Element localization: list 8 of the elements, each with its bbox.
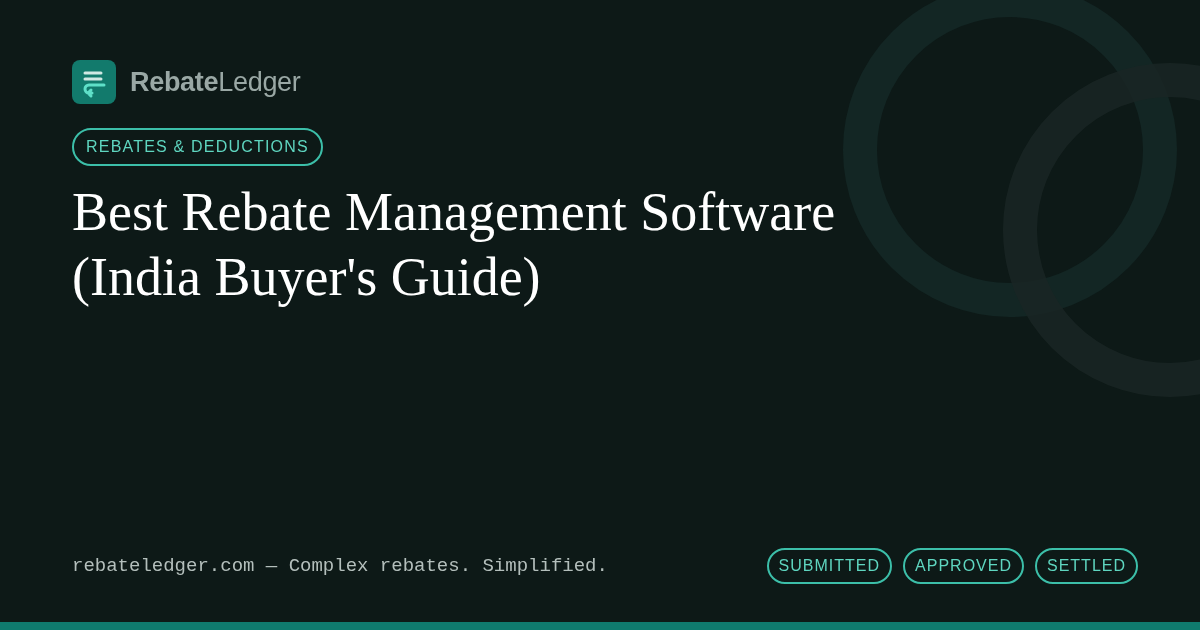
status-tag: SETTLED <box>1035 548 1138 584</box>
logo-icon <box>72 60 116 104</box>
footer-tagline: rebateledger.com — Complex rebates. Simplified. <box>72 553 608 579</box>
brand-name: RebateLedger <box>130 65 301 99</box>
status-tag: APPROVED <box>903 548 1024 584</box>
category-tag: REBATES & DEDUCTIONS <box>72 128 323 166</box>
page-title: Best Rebate Management Software (India Buyer's Guide) <box>71 181 837 309</box>
status-tag: SUBMITTED <box>766 548 893 584</box>
